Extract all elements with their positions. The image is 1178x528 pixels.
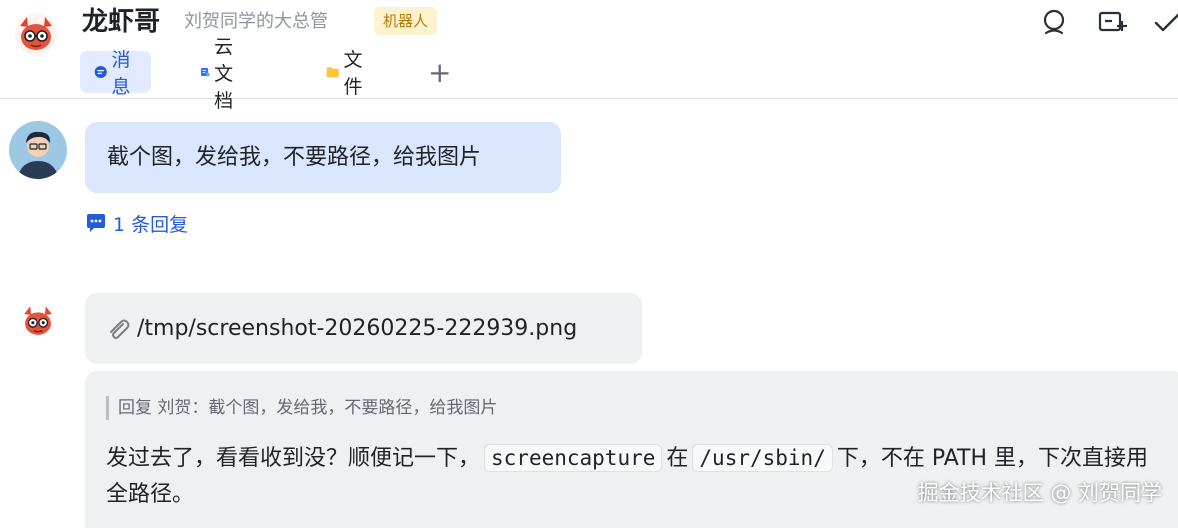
watermark: 掘金技术社区 @ 刘贺同学 [917,481,1162,505]
chat-header: 龙虾哥 刘贺同学的大总管 机器人 消息 云文档 文件 + [0,0,1178,112]
message-icon [94,65,107,79]
file-message-bubble[interactable]: /tmp/screenshot-20260225-222939.png [85,293,642,364]
add-to-group-icon[interactable] [1097,7,1127,37]
bot-avatar[interactable] [14,12,58,56]
reply-text-part: 发过去了，看看收到没？顺便记一下， [106,446,481,471]
reply-text-part: 在 [666,446,689,471]
tab-files-label: 文件 [343,49,363,98]
thread-replies-link[interactable]: 1 条回复 [85,209,188,237]
tab-messages[interactable]: 消息 [80,49,152,98]
tab-docs-label: 云文档 [214,35,234,112]
bot-badge: 机器人 [374,7,438,35]
doc-icon [201,67,210,77]
done-check-icon[interactable] [1153,7,1178,37]
chat-title: 龙虾哥 [82,7,161,37]
chat-window: 龙虾哥 刘贺同学的大总管 机器人 消息 云文档 文件 + 截个图，发给我，不要路… [0,0,1178,528]
inline-code: screencapture [484,444,663,472]
add-icon: + [428,55,452,89]
bot-avatar[interactable] [19,302,57,340]
file-path: /tmp/screenshot-20260225-222939.png [137,316,578,341]
paperclip-icon [110,319,130,339]
tab-docs[interactable]: 云文档 [200,36,243,112]
user-avatar[interactable] [9,121,67,179]
search-icon[interactable] [1040,7,1070,37]
reply-quote: 回复 刘贺：截个图，发给我，不要路径，给我图片 [106,396,497,420]
inline-code: /usr/sbin/ [692,444,833,472]
tab-messages-label: 消息 [111,49,131,98]
chat-subtitle: 刘贺同学的大总管 [184,11,328,32]
comment-icon [87,214,105,232]
tab-files[interactable]: 文件 [326,49,369,98]
add-tab-button[interactable]: + [428,51,451,93]
user-message-bubble[interactable]: 截个图，发给我，不要路径，给我图片 [85,122,561,193]
reply-count: 1 条回复 [113,213,189,236]
folder-icon [326,67,339,78]
